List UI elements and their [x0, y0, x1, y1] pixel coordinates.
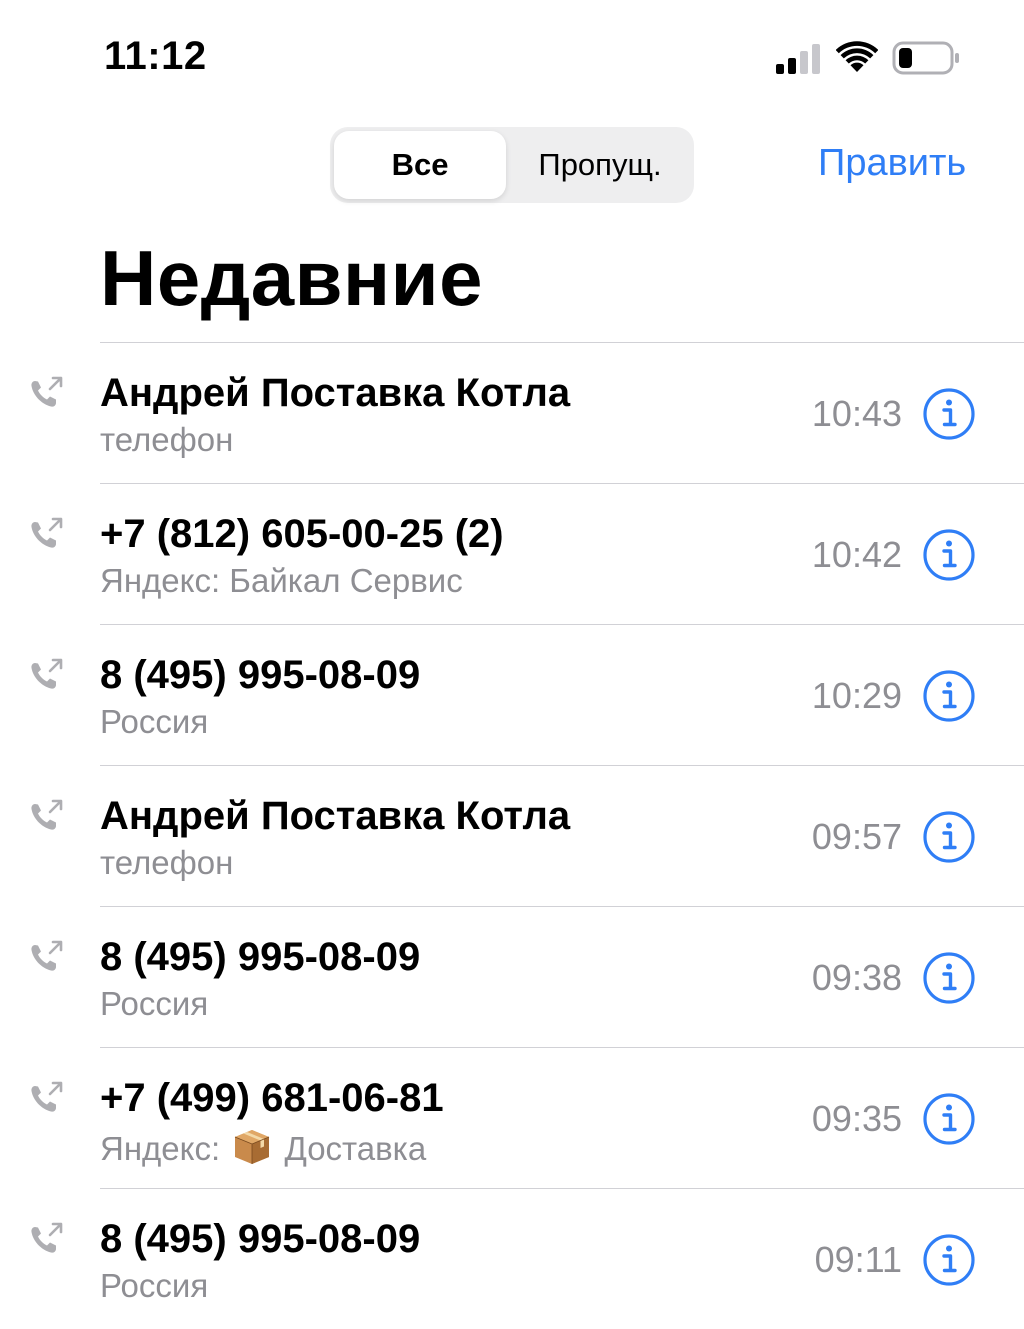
- call-time: 10:42: [811, 534, 902, 575]
- battery-low-icon: [892, 41, 959, 75]
- caller-label: Россия: [100, 985, 209, 1022]
- segment-missed[interactable]: Пропущ.: [510, 131, 690, 199]
- wifi-icon: [836, 41, 878, 72]
- caller-name: +7 (812) 605-00-25 (2): [100, 512, 504, 556]
- info-icon[interactable]: [922, 1092, 976, 1146]
- call-row[interactable]: Андрей Поставка Котла телефон 10:43: [31, 342, 1024, 483]
- caller-label-suffix: Доставка: [284, 1130, 427, 1167]
- info-icon[interactable]: [922, 387, 976, 441]
- caller-label-prefix: Яндекс:: [100, 1130, 221, 1167]
- caller-name: 8 (495) 995-08-09: [100, 935, 421, 979]
- cellular-signal-icon: [776, 44, 820, 74]
- call-row[interactable]: Андрей Поставка Котла телефон 09:57: [31, 765, 1024, 906]
- caller-label: Яндекс: Байкал Сервис: [100, 562, 463, 599]
- call-time: 10:29: [811, 675, 902, 716]
- info-icon[interactable]: [922, 951, 976, 1005]
- info-icon[interactable]: [922, 528, 976, 582]
- package-emoji-icon: [235, 1130, 270, 1164]
- call-row[interactable]: 8 (495) 995-08-09 Россия 10:29: [31, 624, 1024, 765]
- caller-name: Андрей Поставка Котла: [100, 794, 571, 838]
- caller-label: Россия: [100, 1267, 209, 1304]
- outgoing-call-icon: [31, 1081, 63, 1112]
- caller-name: Андрей Поставка Котла: [100, 371, 571, 415]
- caller-name: 8 (495) 995-08-09: [100, 1217, 421, 1261]
- call-time: 09:35: [811, 1098, 902, 1139]
- call-time: 10:43: [811, 393, 902, 434]
- call-time: 09:57: [811, 816, 902, 857]
- caller-label: телефон: [100, 421, 234, 458]
- caller-label: Яндекс: Доставка: [100, 1126, 426, 1168]
- status-time: 11:12: [104, 34, 207, 78]
- call-row[interactable]: +7 (812) 605-00-25 (2) Яндекс: Байкал Се…: [31, 483, 1024, 624]
- outgoing-call-icon: [31, 799, 63, 830]
- call-time: 09:11: [814, 1239, 902, 1280]
- call-filter-segmented-control: Все Пропущ.: [330, 127, 694, 203]
- caller-label: телефон: [100, 844, 234, 881]
- caller-name: 8 (495) 995-08-09: [100, 653, 421, 697]
- outgoing-call-icon: [31, 376, 63, 407]
- outgoing-call-icon: [31, 940, 63, 971]
- status-bar: 11:12: [0, 0, 1024, 110]
- segment-all[interactable]: Все: [334, 131, 506, 199]
- info-icon[interactable]: [922, 810, 976, 864]
- caller-label: Россия: [100, 703, 209, 740]
- outgoing-call-icon: [31, 658, 63, 689]
- call-row[interactable]: +7 (499) 681-06-81 Яндекс: Доставка 09:3…: [31, 1047, 1024, 1188]
- call-row[interactable]: 8 (495) 995-08-09 Россия 09:38: [31, 906, 1024, 1047]
- call-time: 09:38: [811, 957, 902, 998]
- info-icon[interactable]: [922, 669, 976, 723]
- page-title: Недавние: [100, 234, 483, 322]
- outgoing-call-icon: [31, 1222, 63, 1253]
- caller-name: +7 (499) 681-06-81: [100, 1076, 444, 1120]
- outgoing-call-icon: [31, 517, 63, 548]
- recent-calls-list: Андрей Поставка Котла телефон 10:43 +7 (…: [0, 342, 1024, 1329]
- call-row[interactable]: 8 (495) 995-08-09 Россия 09:11: [31, 1188, 1024, 1329]
- edit-button[interactable]: Править: [818, 142, 966, 185]
- info-icon[interactable]: [922, 1233, 976, 1287]
